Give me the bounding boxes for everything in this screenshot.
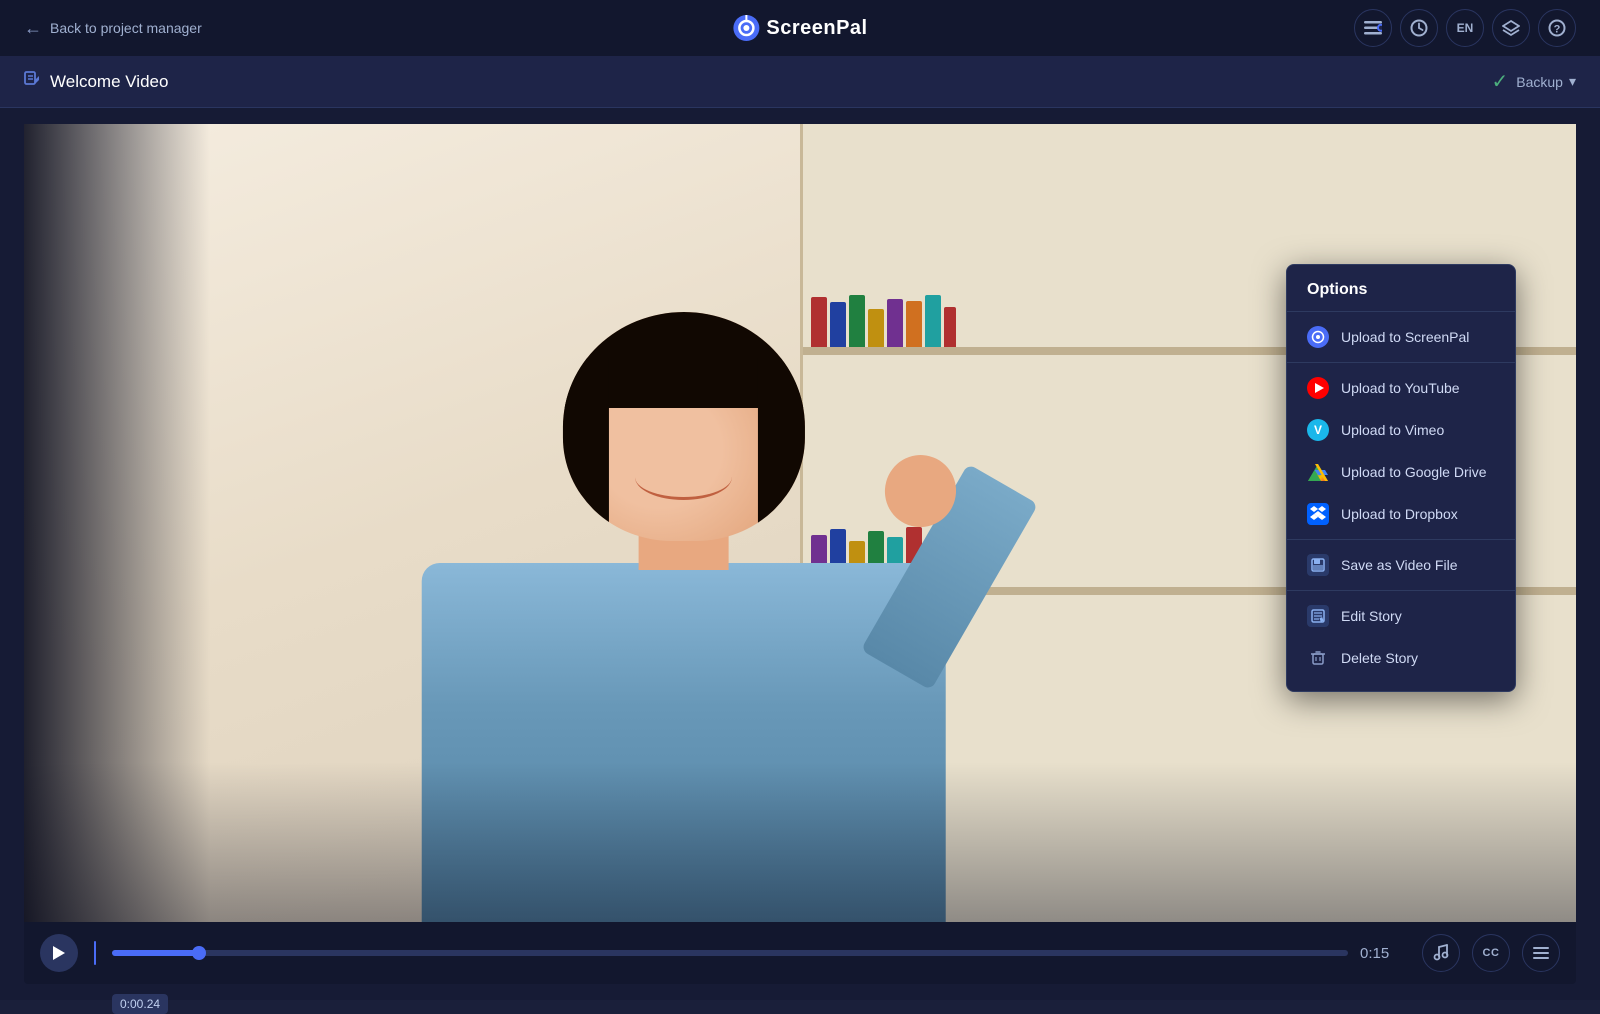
play-button[interactable]: [40, 934, 78, 972]
cc-button[interactable]: CC: [1472, 934, 1510, 972]
option-upload-vimeo[interactable]: V Upload to Vimeo: [1287, 409, 1515, 451]
backup-button[interactable]: Backup ▾: [1516, 73, 1576, 90]
person-hair-right: [758, 358, 804, 542]
options-dropdown: Options Upload to ScreenPal: [1286, 264, 1516, 692]
option-upload-screenpal[interactable]: Upload to ScreenPal: [1287, 316, 1515, 358]
top-navigation: ← Back to project manager ScreenPal: [0, 0, 1600, 56]
main-area: Options Upload to ScreenPal: [0, 108, 1600, 1000]
timeline-progress: [112, 950, 199, 956]
person-head: [563, 312, 805, 542]
dropbox-icon: [1307, 503, 1329, 525]
edit-story-label: Edit Story: [1341, 608, 1402, 624]
menu-icon-button[interactable]: [1354, 9, 1392, 47]
project-title: Welcome Video: [50, 72, 168, 92]
help-icon: ?: [1548, 19, 1566, 37]
backup-dropdown-icon: ▾: [1569, 73, 1576, 90]
upload-vimeo-label: Upload to Vimeo: [1341, 422, 1444, 438]
screenpal-icon: [1307, 326, 1329, 348]
edit-story-icon: [1307, 605, 1329, 627]
option-upload-youtube[interactable]: Upload to YouTube: [1287, 367, 1515, 409]
timestamp-badge: 0:00.24: [112, 994, 168, 1014]
clock-icon: [1410, 19, 1428, 37]
option-upload-gdrive[interactable]: Upload to Google Drive: [1287, 451, 1515, 493]
youtube-icon: [1307, 377, 1329, 399]
layers-icon: [1502, 19, 1520, 37]
play-icon: [53, 946, 65, 960]
backup-label: Backup: [1516, 74, 1563, 90]
delete-story-label: Delete Story: [1341, 650, 1418, 666]
upload-dropbox-label: Upload to Dropbox: [1341, 506, 1458, 522]
divider-3: [1287, 590, 1515, 591]
more-options-icon: [1532, 946, 1550, 960]
screenpal-logo-icon: [732, 14, 760, 42]
help-button[interactable]: ?: [1538, 9, 1576, 47]
playback-controls: 0:15 CC 0:00.24: [24, 922, 1576, 984]
music-icon: [1432, 944, 1450, 962]
nav-actions: EN ?: [1354, 9, 1576, 47]
back-label: Back to project manager: [50, 20, 202, 36]
option-upload-dropbox[interactable]: Upload to Dropbox: [1287, 493, 1515, 535]
delete-story-icon: [1307, 647, 1329, 669]
vimeo-icon: V: [1307, 419, 1329, 441]
timeline-scrubber[interactable]: [112, 950, 1348, 956]
playhead-marker: [94, 941, 96, 965]
backup-check-icon: ✓: [1492, 69, 1509, 94]
language-button[interactable]: EN: [1446, 9, 1484, 47]
video-bottom-fade: [24, 762, 1576, 922]
back-button[interactable]: ← Back to project manager: [24, 18, 202, 39]
app-logo: ScreenPal: [732, 14, 867, 42]
save-video-icon: [1307, 554, 1329, 576]
divider-2: [1287, 539, 1515, 540]
subtitle-bar: Welcome Video ✓ Backup ▾: [0, 56, 1600, 108]
more-options-button[interactable]: [1522, 934, 1560, 972]
divider-1: [1287, 362, 1515, 363]
save-video-label: Save as Video File: [1341, 557, 1457, 573]
upload-screenpal-label: Upload to ScreenPal: [1341, 329, 1469, 345]
option-delete-story[interactable]: Delete Story: [1287, 637, 1515, 679]
option-edit-story[interactable]: Edit Story: [1287, 595, 1515, 637]
options-title: Options: [1287, 277, 1515, 312]
menu-icon: [1364, 21, 1382, 35]
time-display: 0:15: [1360, 945, 1410, 962]
upload-gdrive-label: Upload to Google Drive: [1341, 464, 1487, 480]
app-name: ScreenPal: [766, 17, 867, 40]
music-button[interactable]: [1422, 934, 1460, 972]
backup-section: ✓ Backup ▾: [1492, 69, 1577, 94]
timeline-thumb: [192, 946, 206, 960]
layers-button[interactable]: [1492, 9, 1530, 47]
person-smile: [635, 454, 732, 500]
person-hair-left: [563, 358, 609, 542]
edit-title-icon: [24, 71, 40, 92]
language-label: EN: [1457, 21, 1474, 35]
video-container: Options Upload to ScreenPal: [24, 124, 1576, 922]
gdrive-icon: [1307, 461, 1329, 483]
cc-label: CC: [1483, 947, 1500, 959]
option-save-video[interactable]: Save as Video File: [1287, 544, 1515, 586]
history-button[interactable]: [1400, 9, 1438, 47]
back-arrow-icon: ←: [24, 18, 42, 39]
upload-youtube-label: Upload to YouTube: [1341, 380, 1460, 396]
svg-text:?: ?: [1554, 24, 1561, 36]
